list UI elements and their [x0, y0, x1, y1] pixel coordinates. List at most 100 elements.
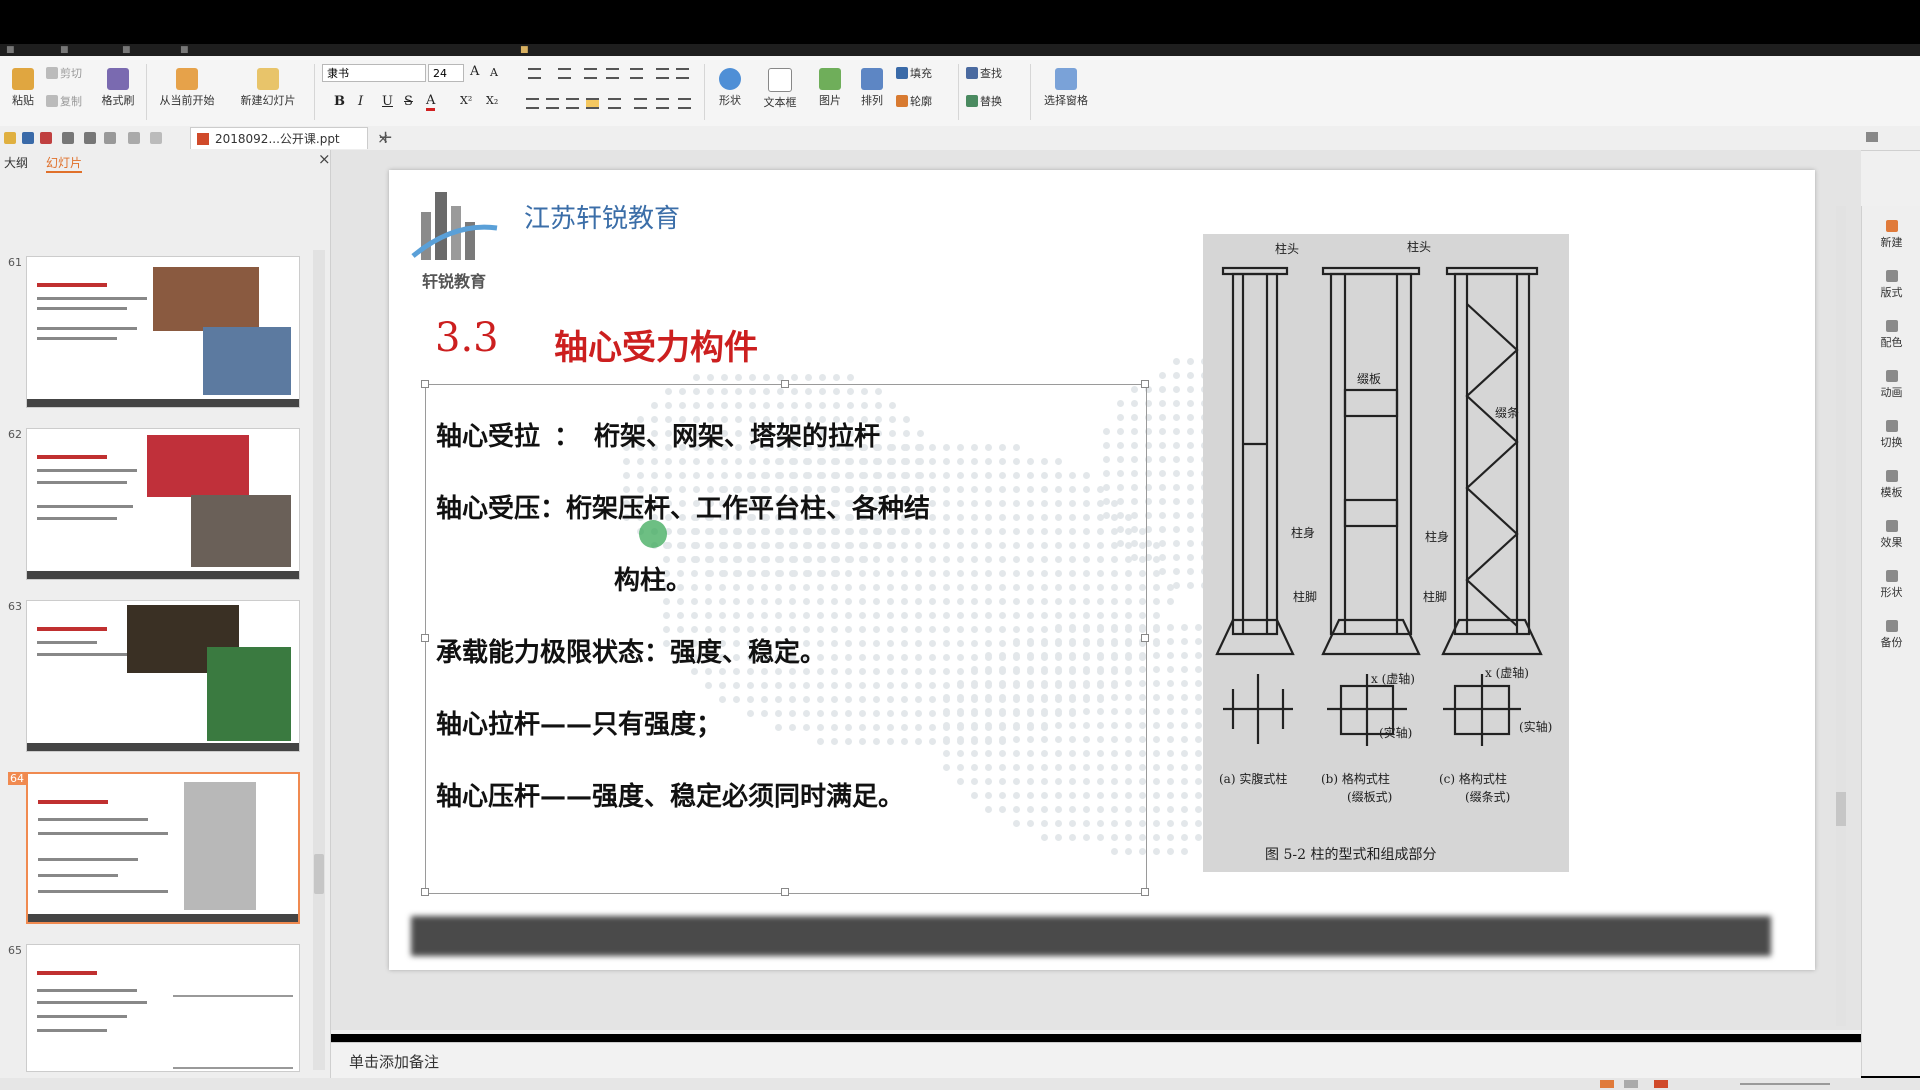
slide-scrollbar[interactable]: [1836, 206, 1846, 1026]
shape-button[interactable]: 形状: [712, 68, 748, 108]
slide-thumbnail[interactable]: [26, 256, 300, 408]
preview-icon[interactable]: [84, 132, 96, 144]
expand-ribbon-icon[interactable]: [1866, 132, 1878, 142]
numbering-icon[interactable]: [558, 68, 571, 79]
underline-button[interactable]: U: [382, 94, 393, 109]
new-tab-icon[interactable]: +: [378, 127, 393, 148]
indent-decrease-icon[interactable]: [584, 68, 597, 79]
scrollbar-thumb[interactable]: [1836, 792, 1846, 826]
view-sorter-icon[interactable]: [1624, 1080, 1638, 1088]
fill-button[interactable]: 填充: [896, 66, 932, 82]
resize-handle[interactable]: [1141, 634, 1149, 642]
map-dot: [1159, 526, 1166, 533]
close-panel-icon[interactable]: ×: [318, 150, 331, 168]
text-direction-icon[interactable]: [630, 68, 643, 79]
zoom-slider[interactable]: [1740, 1083, 1830, 1085]
document-tab[interactable]: 2018092...公开课.ppt ×: [190, 127, 389, 149]
rail-transition[interactable]: 切换: [1862, 420, 1920, 450]
redo-icon[interactable]: [150, 132, 162, 144]
map-dot: [1159, 540, 1166, 547]
tab-slides[interactable]: 幻灯片: [46, 154, 83, 173]
align-left-icon[interactable]: [526, 98, 539, 109]
menu-tab[interactable]: ■: [6, 44, 15, 56]
slide-thumbnail-selected[interactable]: [26, 772, 300, 924]
rail-template[interactable]: 模板: [1862, 470, 1920, 500]
replace-button[interactable]: 替换: [966, 94, 1002, 110]
map-dot: [1187, 582, 1194, 589]
rail-layout[interactable]: 版式: [1862, 270, 1920, 300]
thumb-text: [38, 832, 168, 835]
save-icon[interactable]: [22, 132, 34, 144]
selection-pane-button[interactable]: 选择窗格: [1036, 68, 1096, 108]
justify-icon[interactable]: [586, 98, 599, 109]
menu-tab[interactable]: ■: [180, 44, 189, 56]
slide-thumbnail[interactable]: [26, 428, 300, 580]
format-painter-button[interactable]: 格式刷: [96, 68, 140, 108]
rail-effects[interactable]: 效果: [1862, 520, 1920, 550]
columns-icon[interactable]: [656, 68, 669, 79]
menu-tab-active[interactable]: ■: [520, 44, 529, 56]
bullets-icon[interactable]: [528, 68, 541, 79]
picture-button[interactable]: 图片: [812, 68, 848, 108]
rail-shapes[interactable]: 形状: [1862, 570, 1920, 600]
textbox-button[interactable]: 文本框: [756, 68, 804, 110]
rail-new[interactable]: 新建: [1862, 220, 1920, 250]
align-center-icon[interactable]: [546, 98, 559, 109]
slide-thumbnail[interactable]: [26, 600, 300, 752]
from-current-button[interactable]: 从当前开始: [152, 68, 222, 108]
font-color-button[interactable]: A: [426, 94, 436, 111]
resize-handle[interactable]: [421, 888, 429, 896]
slide-canvas[interactable]: 轩锐教育 江苏轩锐教育 3.3 轴心受力构件 轴心受拉：桁架、网架、塔架的拉杆 …: [389, 170, 1815, 970]
resize-handle[interactable]: [1141, 888, 1149, 896]
notes-pane[interactable]: 单击添加备注: [331, 1042, 1861, 1079]
map-dot: [1195, 652, 1202, 659]
map-dot: [1181, 680, 1188, 687]
line-spacing-icon[interactable]: [634, 98, 647, 109]
resize-handle[interactable]: [421, 380, 429, 388]
bold-button[interactable]: B: [334, 94, 345, 109]
resize-handle[interactable]: [1141, 380, 1149, 388]
copy-button[interactable]: 复制: [46, 94, 82, 110]
grow-font-button[interactable]: A: [470, 64, 479, 79]
panel-scrollbar[interactable]: [313, 250, 325, 1070]
view-normal-icon[interactable]: [1600, 1080, 1614, 1088]
paragraph-spacing-icon[interactable]: [656, 98, 669, 109]
undo-icon[interactable]: [128, 132, 140, 144]
arrange-button[interactable]: 排列: [852, 68, 892, 108]
italic-button[interactable]: I: [358, 94, 363, 109]
outline-pen-icon: [896, 95, 908, 107]
paragraph-settings-icon[interactable]: [678, 98, 691, 109]
rail-backup[interactable]: 备份: [1862, 620, 1920, 650]
font-name-field[interactable]: 隶书: [322, 64, 426, 82]
export-icon[interactable]: [40, 132, 52, 144]
tab-outline[interactable]: 大纲: [4, 154, 28, 171]
paste-button[interactable]: 粘贴: [8, 68, 38, 108]
align-right-icon[interactable]: [566, 98, 579, 109]
open-icon[interactable]: [4, 132, 16, 144]
resize-handle[interactable]: [781, 380, 789, 388]
font-size-field[interactable]: 24: [428, 64, 464, 82]
find-button[interactable]: 查找: [966, 66, 1002, 82]
slide-thumbnail[interactable]: [26, 944, 300, 1072]
distribute-icon[interactable]: [608, 98, 621, 109]
shrink-font-button[interactable]: A: [490, 66, 498, 79]
resize-handle[interactable]: [421, 634, 429, 642]
superscript-button[interactable]: X²: [460, 94, 472, 107]
scrollbar-thumb[interactable]: [314, 854, 324, 894]
subscript-button[interactable]: X₂: [486, 94, 498, 107]
indent-increase-icon[interactable]: [606, 68, 619, 79]
print-icon[interactable]: [62, 132, 74, 144]
resize-handle[interactable]: [781, 888, 789, 896]
menu-tab[interactable]: ■: [122, 44, 131, 56]
align-text-icon[interactable]: [676, 68, 689, 79]
rail-colors[interactable]: 配色: [1862, 320, 1920, 350]
strike-button[interactable]: S: [404, 94, 413, 109]
outline-button[interactable]: 轮廓: [896, 94, 932, 110]
label-tension: 轴心受拉: [436, 422, 541, 452]
copy-doc-icon[interactable]: [104, 132, 116, 144]
cut-button[interactable]: 剪切: [46, 66, 82, 82]
new-slide-button[interactable]: 新建幻灯片: [230, 68, 306, 108]
menu-tab[interactable]: ■: [60, 44, 69, 56]
view-show-icon[interactable]: [1654, 1080, 1668, 1088]
rail-animation[interactable]: 动画: [1862, 370, 1920, 400]
